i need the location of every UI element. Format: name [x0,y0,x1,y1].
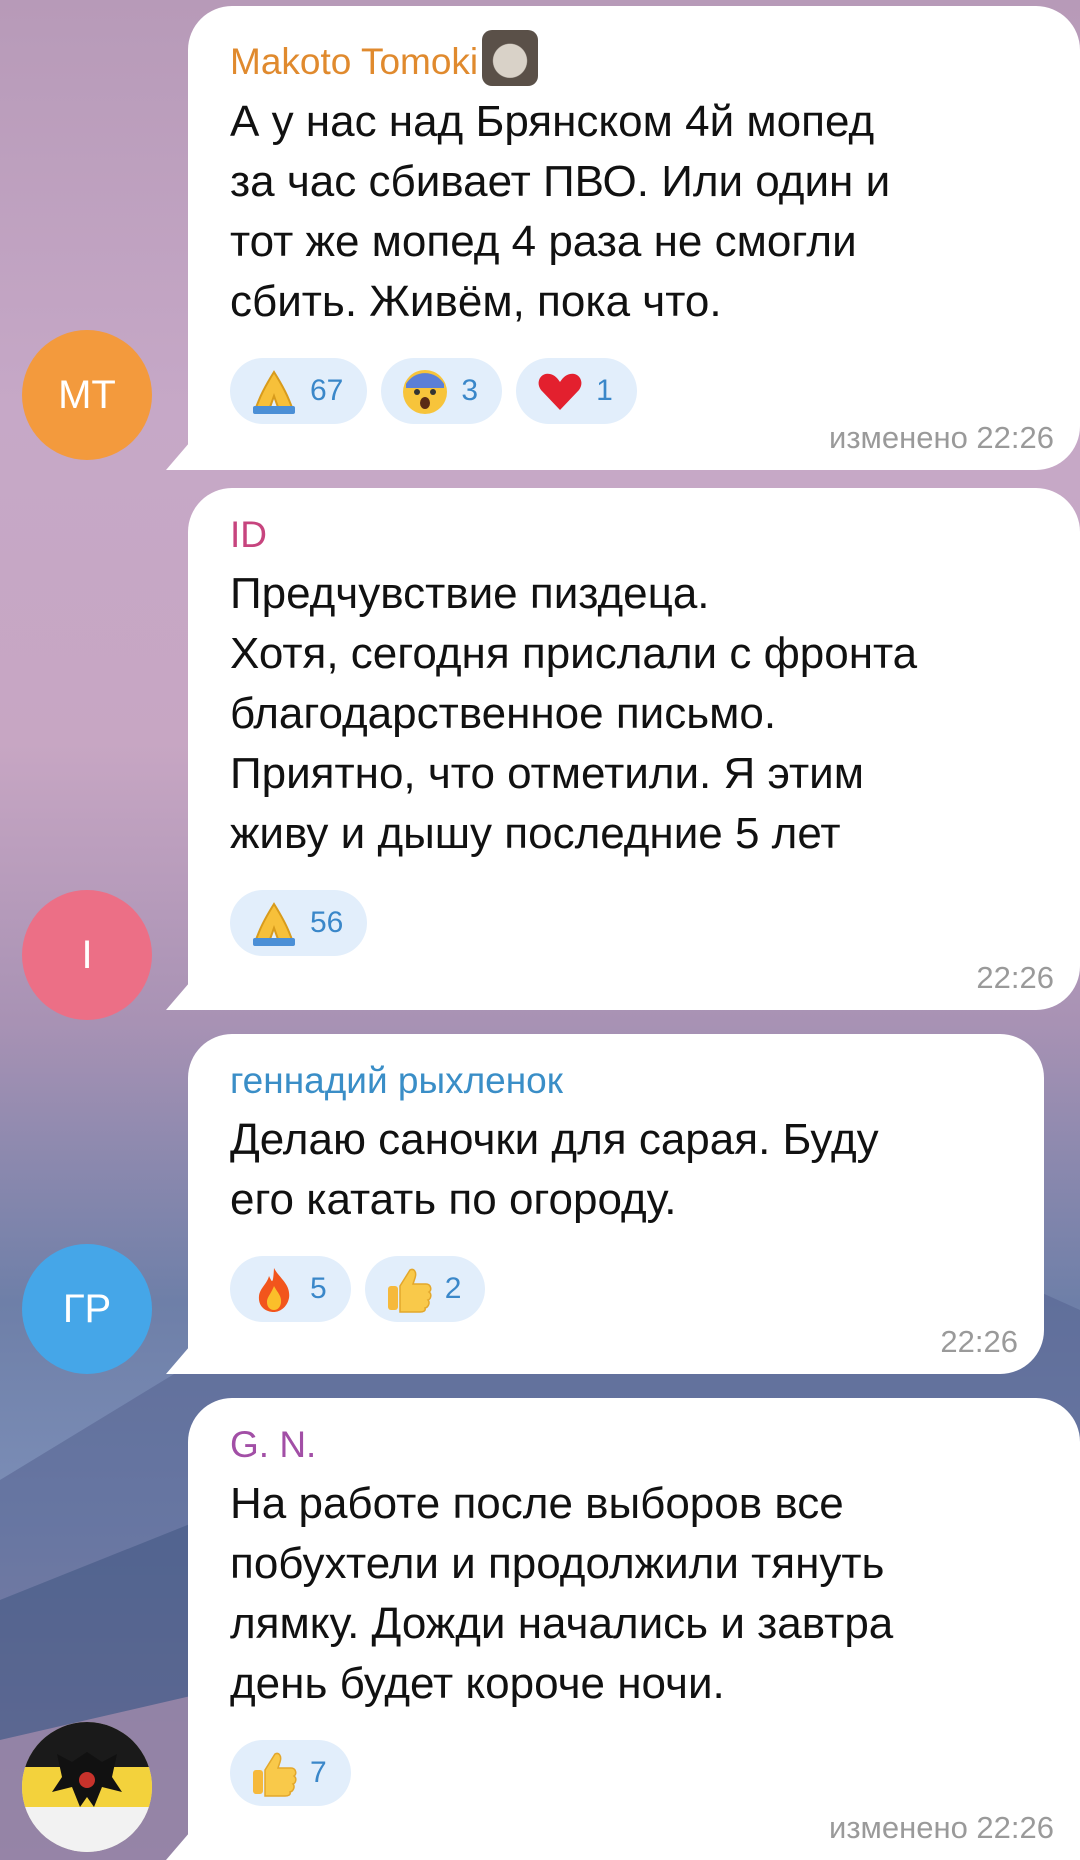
message-bubble[interactable]: ID Предчувствие пиздеца. Хотя, сегодня п… [188,488,1080,1010]
avatar-initials: I [81,932,93,977]
avatar[interactable]: MT [22,330,152,460]
thumbs-up-icon [248,1747,300,1799]
reaction-pray[interactable]: 56 [230,890,368,956]
reaction-count: 56 [310,906,344,939]
fire-icon [248,1263,300,1315]
reaction-heart[interactable]: 1 [516,358,637,424]
avatar-initials: MT [58,372,116,417]
sender-name[interactable]: Makoto Tomoki [230,30,1048,86]
avatar[interactable]: I [22,890,152,1020]
sender-name[interactable]: G. N. [230,1422,1048,1468]
message-time: 22:26 [976,960,1054,995]
reaction-pray[interactable]: 67 [230,358,368,424]
message-text: Делаю саночки для сарая. Буду его катать… [230,1115,879,1224]
double-headed-eagle-icon [22,1722,152,1852]
message-bubble[interactable]: геннадий рыхленок Делаю саночки для сара… [188,1034,1044,1374]
sender-name[interactable]: ID [230,512,1048,558]
reaction-count: 2 [444,1272,462,1305]
heart-icon [534,365,586,417]
reaction-count: 5 [310,1272,327,1305]
fearful-face-icon [399,365,451,417]
message-bubble[interactable]: Makoto Tomoki А у нас над Брянском 4й мо… [188,6,1080,470]
reaction-count: 7 [310,1756,327,1789]
reaction-count: 1 [596,374,613,407]
sender-name[interactable]: геннадий рыхленок [230,1058,1012,1104]
reactions: 7 [230,1740,1048,1806]
pray-icon [248,365,300,417]
message-time: 22:26 [940,1324,1018,1359]
reaction-count: 67 [310,374,344,407]
message-text: А у нас над Брянском 4й мопед за час сби… [230,97,891,326]
reactions: 56 [230,890,1048,956]
avatar-initials: ГР [62,1286,112,1331]
reaction-fire[interactable]: 5 [230,1256,351,1322]
reaction-fearful[interactable]: 3 [381,358,503,424]
thumbs-up-icon [383,1263,435,1315]
message-text: На работе после выборов все побухтели и … [230,1479,894,1708]
message-bubble[interactable]: G. N. На работе после выборов все побухт… [188,1398,1080,1860]
reaction-count: 3 [461,374,479,407]
pray-icon [248,897,300,949]
reaction-thumbs-up[interactable]: 7 [230,1740,351,1806]
reaction-thumbs-up[interactable]: 2 [364,1256,486,1322]
sender-emoji-status-icon [482,30,539,86]
message-time: изменено 22:26 [829,420,1054,455]
reactions: 67 3 1 [230,358,1048,424]
message-time: изменено 22:26 [829,1810,1054,1845]
avatar[interactable] [22,1722,152,1852]
message-text: Предчувствие пиздеца. Хотя, сегодня прис… [230,569,918,858]
reactions: 5 2 [230,1256,1012,1322]
avatar[interactable]: ГР [22,1244,152,1374]
